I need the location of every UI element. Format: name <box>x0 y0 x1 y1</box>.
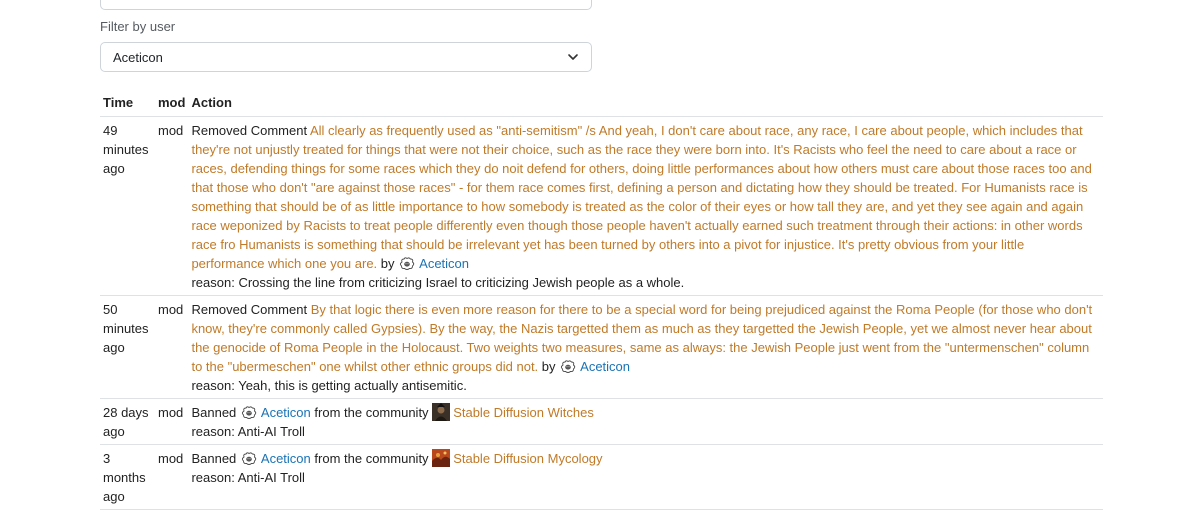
action-line: Removed Comment By that logic there is e… <box>191 300 1100 376</box>
action-type: Banned <box>191 405 237 420</box>
action-cell: Removed Comment By that logic there is e… <box>188 295 1103 399</box>
community-avatar-icon <box>432 449 451 467</box>
action-column-header: Action <box>188 92 1103 117</box>
from-community-text: from the community <box>314 451 429 466</box>
table-row: 3 months ago mod Banned Aceticon from th… <box>100 444 1103 510</box>
modlog-table: Time mod Action 49 minutes ago mod Remov… <box>100 92 1103 510</box>
action-type: Removed Comment <box>191 302 308 317</box>
table-row: 28 days ago mod Banned Aceticon from the… <box>100 398 1103 445</box>
reason-prefix: reason: <box>191 470 235 485</box>
removed-comment-content: By that logic there is even more reason … <box>191 302 1093 374</box>
sheep-avatar-icon <box>559 360 577 375</box>
time-cell: 3 months ago <box>100 444 155 510</box>
top-filter-select[interactable] <box>100 0 592 10</box>
reason-text: Anti-AI Troll <box>237 470 305 485</box>
action-type: Removed Comment <box>191 123 308 138</box>
by-label: by <box>541 359 556 374</box>
sheep-avatar-icon <box>240 406 258 421</box>
action-line: Banned Aceticon from the community Stabl… <box>191 449 1100 468</box>
sheep-avatar-icon <box>398 257 416 272</box>
mod-cell: mod <box>155 398 189 445</box>
mod-cell: mod <box>155 444 189 510</box>
community-avatar-icon <box>432 403 451 421</box>
action-cell: Banned Aceticon from the community Stabl… <box>188 398 1103 445</box>
user-filter-selected-value: Aceticon <box>113 49 163 65</box>
reason-text: Yeah, this is getting actually antisemit… <box>238 378 467 393</box>
time-cell: 50 minutes ago <box>100 295 155 399</box>
reason-text: Crossing the line from criticizing Israe… <box>238 275 685 290</box>
user-link[interactable]: Aceticon <box>580 359 630 374</box>
community-link[interactable]: Stable Diffusion Witches <box>453 405 594 420</box>
action-type: Banned <box>191 451 237 466</box>
table-row: 49 minutes ago mod Removed Comment All c… <box>100 116 1103 296</box>
reason-text: Anti-AI Troll <box>237 424 305 439</box>
mod-cell: mod <box>155 295 189 399</box>
community-link[interactable]: Stable Diffusion Mycology <box>453 451 602 466</box>
removed-comment-content: All clearly as frequently used as "anti-… <box>191 123 1092 271</box>
reason-line: reason: Anti-AI Troll <box>191 468 1100 487</box>
user-link[interactable]: Aceticon <box>261 405 311 420</box>
reason-line: reason: Yeah, this is getting actually a… <box>191 376 1100 395</box>
time-column-header: Time <box>100 92 155 117</box>
table-row: 50 minutes ago mod Removed Comment By th… <box>100 295 1103 399</box>
table-header-row: Time mod Action <box>100 92 1103 117</box>
mod-column-header: mod <box>155 92 189 117</box>
user-link[interactable]: Aceticon <box>261 451 311 466</box>
sheep-avatar-icon <box>240 452 258 467</box>
filter-by-user-label: Filter by user <box>100 19 176 34</box>
reason-line: reason: Crossing the line from criticizi… <box>191 273 1100 292</box>
action-line: Removed Comment All clearly as frequentl… <box>191 121 1100 273</box>
action-cell: Removed Comment All clearly as frequentl… <box>188 116 1103 296</box>
time-cell: 28 days ago <box>100 398 155 445</box>
chevron-down-icon <box>567 51 579 63</box>
reason-prefix: reason: <box>191 275 235 290</box>
reason-prefix: reason: <box>191 424 235 439</box>
user-filter-select[interactable]: Aceticon <box>100 42 592 72</box>
by-label: by <box>380 256 395 271</box>
reason-line: reason: Anti-AI Troll <box>191 422 1100 441</box>
reason-prefix: reason: <box>191 378 235 393</box>
user-link[interactable]: Aceticon <box>419 256 469 271</box>
time-cell: 49 minutes ago <box>100 116 155 296</box>
action-cell: Banned Aceticon from the community Stabl… <box>188 444 1103 510</box>
action-line: Banned Aceticon from the community Stabl… <box>191 403 1100 422</box>
mod-cell: mod <box>155 116 189 296</box>
from-community-text: from the community <box>314 405 429 420</box>
